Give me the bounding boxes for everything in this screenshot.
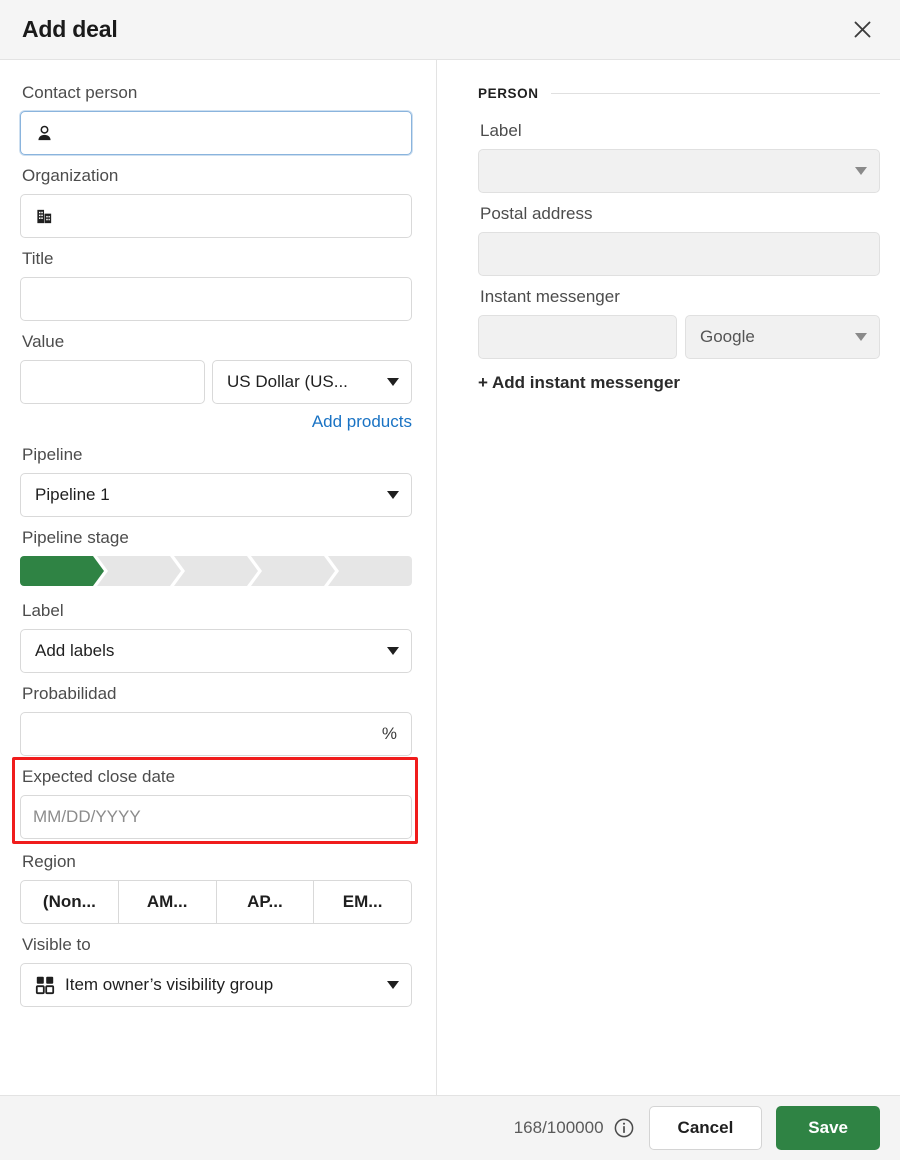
info-icon[interactable] (613, 1117, 635, 1139)
postal-address-input[interactable] (478, 232, 880, 276)
chevron-down-icon (387, 647, 399, 655)
pipeline-label: Pipeline (22, 445, 83, 464)
value-row: US Dollar (US... (20, 360, 412, 404)
pipeline-stage-3[interactable] (174, 556, 258, 586)
field-visible-to: Visible to Item owner’s visibility group (20, 934, 412, 1007)
field-probability: Probabilidad % (20, 683, 412, 756)
chevron-down-icon (387, 378, 399, 386)
page-title: Add deal (22, 16, 118, 42)
postal-address-label: Postal address (480, 204, 593, 223)
region-segmented-control: (Non... AM... AP... EM... (20, 880, 412, 924)
instant-messenger-input[interactable] (478, 315, 677, 359)
save-button[interactable]: Save (776, 1106, 880, 1150)
chevron-down-icon (387, 491, 399, 499)
instant-messenger-provider-select[interactable]: Google (685, 315, 880, 359)
probability-input[interactable]: % (20, 712, 412, 756)
field-pipeline: Pipeline Pipeline 1 (20, 444, 412, 517)
contact-person-label: Contact person (22, 83, 138, 102)
pipeline-select[interactable]: Pipeline 1 (20, 473, 412, 517)
cancel-button[interactable]: Cancel (648, 1106, 763, 1150)
contact-person-input[interactable] (20, 111, 412, 155)
field-deal-label: Label Add labels (20, 600, 412, 673)
character-counter: 168/100000 (514, 1117, 635, 1139)
expected-close-date-placeholder: MM/DD/YYYY (33, 807, 141, 826)
visible-to-select[interactable]: Item owner’s visibility group (20, 963, 412, 1007)
deal-form-column: Contact person Organization Title Value … (0, 60, 437, 1095)
modal-body: Contact person Organization Title Value … (0, 60, 900, 1095)
pipeline-stage-4[interactable] (251, 556, 335, 586)
field-organization: Organization (20, 165, 412, 238)
currency-value: US Dollar (US... (227, 372, 348, 391)
person-label-select[interactable] (478, 149, 880, 193)
region-option-emea[interactable]: EM... (314, 880, 412, 924)
counter-text: 168/100000 (513, 1118, 604, 1137)
building-icon (33, 205, 55, 227)
pipeline-stage-2[interactable] (97, 556, 181, 586)
chevron-down-icon (855, 167, 867, 175)
deal-label-select[interactable]: Add labels (20, 629, 412, 673)
person-section-header: PERSON (478, 86, 880, 101)
person-details-column: PERSON Label Postal address Instant mess… (437, 60, 900, 1095)
add-products-row: Add products (20, 412, 412, 432)
grid-icon (35, 975, 55, 995)
value-label: Value (22, 332, 65, 351)
visible-to-label: Visible to (22, 935, 91, 954)
organization-label: Organization (22, 166, 119, 185)
organization-input[interactable] (20, 194, 412, 238)
add-deal-modal: Add deal Contact person Organization Tit… (0, 0, 900, 1160)
chevron-down-icon (387, 981, 399, 989)
person-section-title: PERSON (478, 86, 539, 101)
field-title: Title (20, 248, 412, 321)
region-option-amer[interactable]: AM... (118, 880, 217, 924)
field-value: Value US Dollar (US... Add products (20, 331, 412, 432)
field-person-label: Label (478, 120, 880, 193)
add-products-link[interactable]: Add products (312, 412, 412, 432)
instant-messenger-row: Google (478, 315, 880, 359)
pipeline-stage-bar[interactable] (20, 556, 412, 586)
modal-footer: 168/100000 Cancel Save (0, 1095, 900, 1160)
modal-header: Add deal (0, 0, 900, 60)
expected-close-date-label: Expected close date (22, 767, 176, 786)
pipeline-stage-1[interactable] (20, 556, 104, 586)
field-region: Region (Non... AM... AP... EM... (20, 851, 412, 924)
deal-label-value: Add labels (35, 641, 115, 660)
close-icon (852, 19, 873, 40)
probability-suffix: % (381, 724, 397, 743)
pipeline-value: Pipeline 1 (35, 485, 110, 504)
deal-label-label: Label (22, 601, 64, 620)
add-instant-messenger-link[interactable]: + Add instant messenger (478, 373, 680, 393)
field-expected-close-date: Expected close date MM/DD/YYYY (12, 757, 418, 844)
instant-messenger-label: Instant messenger (480, 287, 620, 306)
title-input[interactable] (20, 277, 412, 321)
currency-select[interactable]: US Dollar (US... (212, 360, 412, 404)
region-label: Region (22, 852, 76, 871)
field-contact-person: Contact person (20, 82, 412, 155)
probability-label: Probabilidad (22, 684, 117, 703)
instant-messenger-provider: Google (700, 327, 755, 346)
person-icon (33, 122, 55, 144)
region-option-none[interactable]: (Non... (20, 880, 119, 924)
visible-to-value: Item owner’s visibility group (65, 975, 274, 994)
field-postal-address: Postal address (478, 203, 880, 276)
pipeline-stage-label: Pipeline stage (22, 528, 129, 547)
field-instant-messenger: Instant messenger Google + Add instant m… (478, 286, 880, 393)
section-divider (550, 93, 880, 94)
title-label: Title (22, 249, 54, 268)
region-option-apac[interactable]: AP... (216, 880, 315, 924)
pipeline-stage-5[interactable] (328, 556, 412, 586)
person-label-label: Label (480, 121, 522, 140)
value-input[interactable] (20, 360, 205, 404)
field-pipeline-stage: Pipeline stage (20, 527, 412, 586)
close-button[interactable] (844, 12, 880, 48)
expected-close-date-input[interactable]: MM/DD/YYYY (20, 795, 412, 839)
chevron-down-icon (855, 333, 867, 341)
